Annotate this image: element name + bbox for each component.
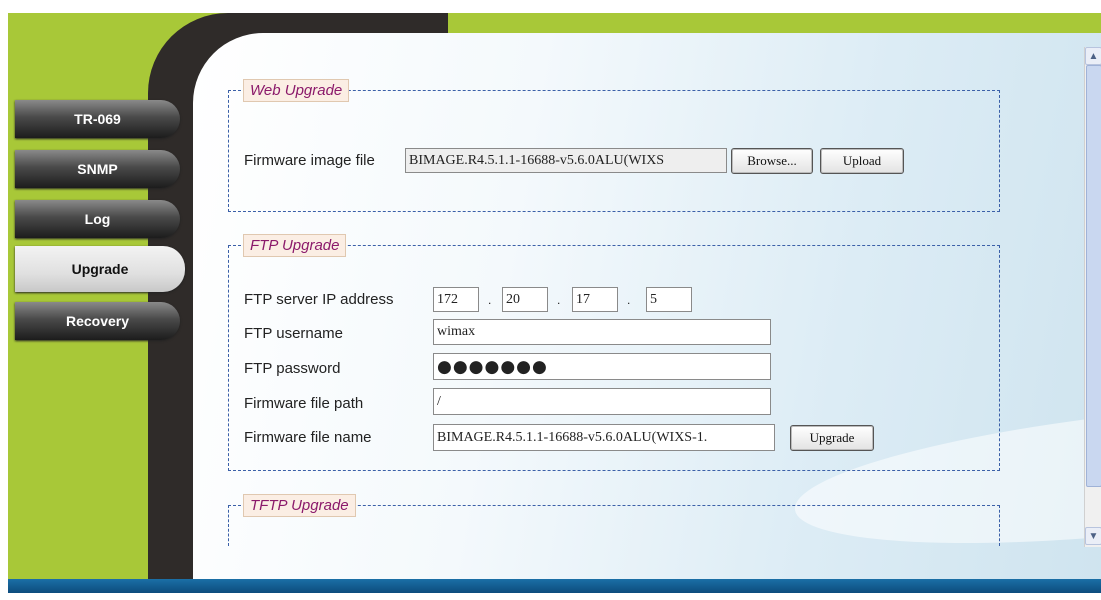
tftp-upgrade-legend: TFTP Upgrade [243,494,356,517]
browse-button[interactable]: Browse... [731,148,813,174]
ip-separator: . [627,293,631,307]
sidebar-item-recovery[interactable]: Recovery [15,302,180,340]
ip-separator: . [488,293,492,307]
sidebar-item-log[interactable]: Log [15,200,180,238]
sidebar-item-label: Upgrade [71,261,129,277]
sidebar-item-label: TR-069 [74,111,121,127]
ftp-upgrade-legend: FTP Upgrade [243,234,347,257]
ftp-ip-octet-3[interactable]: 17 [572,287,618,312]
firmware-image-field[interactable]: BIMAGE.R4.5.1.1-16688-v5.6.0ALU(WIXS [405,148,727,173]
sidebar-item-tr069[interactable]: TR-069 [15,100,180,138]
bottom-bar [8,579,1101,593]
firmware-path-input[interactable]: / [433,388,771,415]
sidebar-item-label: SNMP [77,161,118,177]
sidebar-item-label: Recovery [65,313,130,329]
ftp-password-label: FTP password [244,360,341,377]
tftp-upgrade-section: TFTP Upgrade [228,494,1000,546]
ip-separator: . [557,293,561,307]
chevron-up-icon[interactable]: ▲ [1085,47,1101,65]
sidebar-item-snmp[interactable]: SNMP [15,150,180,188]
ftp-ip-octet-1[interactable]: 172 [433,287,479,312]
firmware-image-label: Firmware image file [244,152,375,169]
sidebar-nav: TR-069 SNMP Log Upgrade Recovery [15,100,185,352]
vertical-scrollbar[interactable]: ▲ ▼ [1084,47,1101,547]
ftp-ip-octet-4[interactable]: 5 [646,287,692,312]
ftp-password-input[interactable]: ●●●●●●● [433,353,771,380]
firmware-name-input[interactable]: BIMAGE.R4.5.1.1-16688-v5.6.0ALU(WIXS-1. [433,424,775,451]
sidebar-item-label: Log [84,211,111,227]
scrollbar-thumb[interactable] [1086,65,1101,487]
ftp-username-input[interactable]: wimax [433,319,771,345]
sidebar-item-upgrade[interactable]: Upgrade [15,246,185,292]
ftp-ip-label: FTP server IP address [244,291,394,308]
upload-button[interactable]: Upload [820,148,904,174]
chevron-down-icon[interactable]: ▼ [1085,527,1101,545]
ftp-upgrade-button[interactable]: Upgrade [790,425,874,451]
ftp-username-label: FTP username [244,325,343,342]
firmware-path-label: Firmware file path [244,395,364,412]
web-upgrade-legend: Web Upgrade [243,79,350,102]
firmware-name-label: Firmware file name [244,429,372,446]
ftp-ip-octet-2[interactable]: 20 [502,287,548,312]
